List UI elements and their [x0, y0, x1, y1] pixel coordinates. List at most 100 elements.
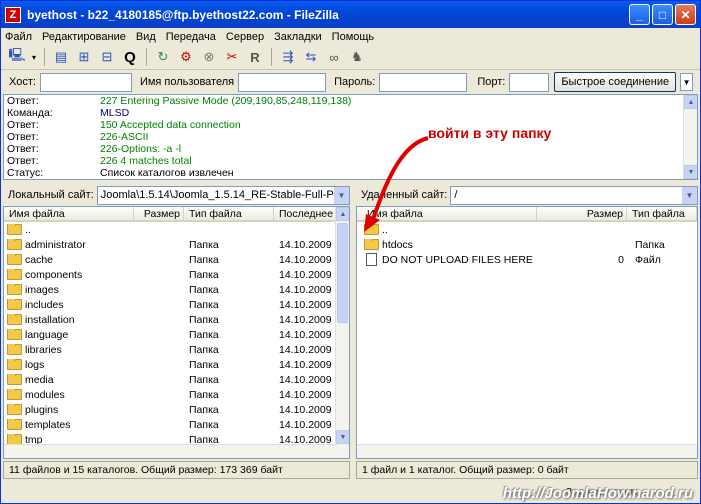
close-button[interactable]: ✕: [675, 4, 696, 25]
column-header-type[interactable]: Тип файла: [627, 207, 697, 220]
file-row[interactable]: media Папка 14.10.2009 18: [4, 372, 349, 387]
file-row[interactable]: includes Папка 14.10.2009 18: [4, 297, 349, 312]
quickconnect-button[interactable]: Быстрое соединение: [554, 72, 677, 92]
toolbar-separator: [44, 48, 45, 66]
site-manager-icon[interactable]: 🖳: [7, 47, 27, 67]
file-name: components: [25, 268, 83, 281]
column-header-type[interactable]: Тип файла: [184, 207, 274, 220]
log-message: 227 Entering Passive Mode (209,190,85,24…: [100, 95, 352, 107]
file-row[interactable]: logs Папка 14.10.2009 18: [4, 357, 349, 372]
file-modified: 14.10.2009 18: [279, 403, 337, 416]
file-row[interactable]: images Папка 14.10.2009 18: [4, 282, 349, 297]
scroll-down-icon[interactable]: ▼: [684, 165, 697, 179]
scroll-up-icon[interactable]: ▲: [684, 95, 697, 109]
search-icon[interactable]: ♞: [347, 47, 367, 67]
file-type: Папка: [635, 238, 665, 251]
scroll-thumb[interactable]: [337, 223, 348, 323]
menu-view[interactable]: Вид: [136, 31, 156, 43]
cancel-icon[interactable]: ⊗: [199, 47, 219, 67]
local-file-list[interactable]: Имя файла Размер Тип файла Последнее из …: [3, 206, 350, 459]
log-key: Ответ:: [7, 119, 39, 131]
compare-icon[interactable]: ⇆: [301, 47, 321, 67]
site-manager-dropdown-icon[interactable]: ▾: [30, 47, 38, 67]
file-modified: 14.10.2009 18: [279, 298, 337, 311]
file-name: administrator: [25, 238, 86, 251]
scroll-up-icon[interactable]: ▲: [336, 207, 349, 221]
file-row[interactable]: templates Папка 14.10.2009 18: [4, 417, 349, 432]
file-row[interactable]: administrator Папка 14.10.2009 18: [4, 237, 349, 252]
file-row[interactable]: DO NOT UPLOAD FILES HERE 0 Файл: [357, 252, 697, 267]
port-input[interactable]: [509, 72, 550, 92]
file-row[interactable]: plugins Папка 14.10.2009 18: [4, 402, 349, 417]
menu-edit[interactable]: Редактирование: [42, 31, 126, 43]
host-input[interactable]: [39, 72, 132, 92]
title-bar[interactable]: Z byethost - b22_4180185@ftp.byethost22.…: [1, 1, 700, 28]
menu-transfer[interactable]: Передача: [166, 31, 216, 43]
scroll-down-icon[interactable]: ▼: [336, 430, 349, 444]
column-header-size[interactable]: Размер: [537, 207, 627, 220]
reconnect-icon[interactable]: R: [245, 47, 265, 67]
file-row[interactable]: language Папка 14.10.2009 18: [4, 327, 349, 342]
log-scrollbar[interactable]: ▲ ▼: [683, 95, 697, 179]
remote-file-list[interactable]: Имя файла Размер Тип файла .. htdocs Папка…: [356, 206, 698, 459]
local-status: 11 файлов и 15 каталогов. Общий размер: …: [3, 461, 350, 479]
quickconnect-dropdown-icon[interactable]: ▼: [680, 73, 694, 91]
folder-icon: [364, 223, 379, 235]
watermark: http://JoomlaHow.narod.ru: [502, 485, 693, 502]
file-modified: 14.10.2009 18: [279, 313, 337, 326]
toggle-local-tree-icon[interactable]: ⊞: [74, 47, 94, 67]
file-row[interactable]: installation Папка 14.10.2009 18: [4, 312, 349, 327]
password-input[interactable]: [379, 72, 468, 92]
file-row[interactable]: cache Папка 14.10.2009 18: [4, 252, 349, 267]
chevron-down-icon[interactable]: ▼: [334, 186, 349, 204]
log-key: Команда:: [7, 107, 53, 119]
toggle-queue-icon[interactable]: Q: [120, 47, 140, 67]
folder-icon: [7, 268, 22, 280]
file-row[interactable]: libraries Папка 14.10.2009 18: [4, 342, 349, 357]
file-name: logs: [25, 358, 45, 371]
file-type: Папка: [189, 328, 219, 341]
maximize-button[interactable]: □: [652, 4, 673, 25]
column-header-modified[interactable]: Последнее из: [274, 207, 337, 220]
local-scrollbar[interactable]: ▲ ▼: [335, 207, 349, 458]
remote-hscrollbar[interactable]: [357, 444, 697, 458]
log-key: Ответ:: [7, 131, 39, 143]
log-key: Ответ:: [7, 95, 39, 107]
file-row[interactable]: ..: [357, 222, 697, 237]
minimize-button[interactable]: _: [629, 4, 650, 25]
log-key: Ответ:: [7, 155, 39, 167]
local-path-text: Joomla\1.5.14\Joomla_1.5.14_RE-Stable-Fu…: [100, 189, 350, 201]
refresh-icon[interactable]: ↻: [153, 47, 173, 67]
file-row[interactable]: ..: [4, 222, 349, 237]
column-header-size[interactable]: Размер: [134, 207, 184, 220]
process-queue-icon[interactable]: ⚙: [176, 47, 196, 67]
remote-status: 1 файл и 1 каталог. Общий размер: 0 байт: [356, 461, 698, 479]
menu-file[interactable]: Файл: [5, 31, 32, 43]
file-row[interactable]: modules Папка 14.10.2009 18: [4, 387, 349, 402]
file-row[interactable]: htdocs Папка: [357, 237, 697, 252]
local-path-input[interactable]: Joomla\1.5.14\Joomla_1.5.14_RE-Stable-Fu…: [96, 185, 350, 205]
toggle-remote-tree-icon[interactable]: ⊟: [97, 47, 117, 67]
file-name: modules: [25, 388, 65, 401]
menu-help[interactable]: Помощь: [332, 31, 375, 43]
username-input[interactable]: [238, 72, 327, 92]
remote-path-input[interactable]: / ▼: [450, 185, 698, 205]
menu-server[interactable]: Сервер: [226, 31, 264, 43]
toolbar-separator: [271, 48, 272, 66]
sync-browse-icon[interactable]: ∞: [324, 47, 344, 67]
file-row[interactable]: components Папка 14.10.2009 18: [4, 267, 349, 282]
folder-icon: [7, 223, 22, 235]
chevron-down-icon[interactable]: ▼: [682, 186, 697, 204]
menu-bookmarks[interactable]: Закладки: [274, 31, 322, 43]
log-entry: Ответ: 227 Entering Passive Mode (209,190…: [4, 95, 697, 107]
log-entry: Ответ: 226-ASCII: [4, 131, 697, 143]
filter-icon[interactable]: ⇶: [278, 47, 298, 67]
column-header-name[interactable]: Имя файла: [357, 207, 537, 220]
folder-icon: [7, 328, 22, 340]
column-header-name[interactable]: Имя файла: [4, 207, 134, 220]
local-hscrollbar[interactable]: [4, 444, 337, 458]
file-modified: 14.10.2009 18: [279, 328, 337, 341]
toggle-log-icon[interactable]: ▤: [51, 47, 71, 67]
disconnect-icon[interactable]: ✂: [222, 47, 242, 67]
message-log[interactable]: Ответ: 227 Entering Passive Mode (209,190…: [3, 94, 698, 180]
